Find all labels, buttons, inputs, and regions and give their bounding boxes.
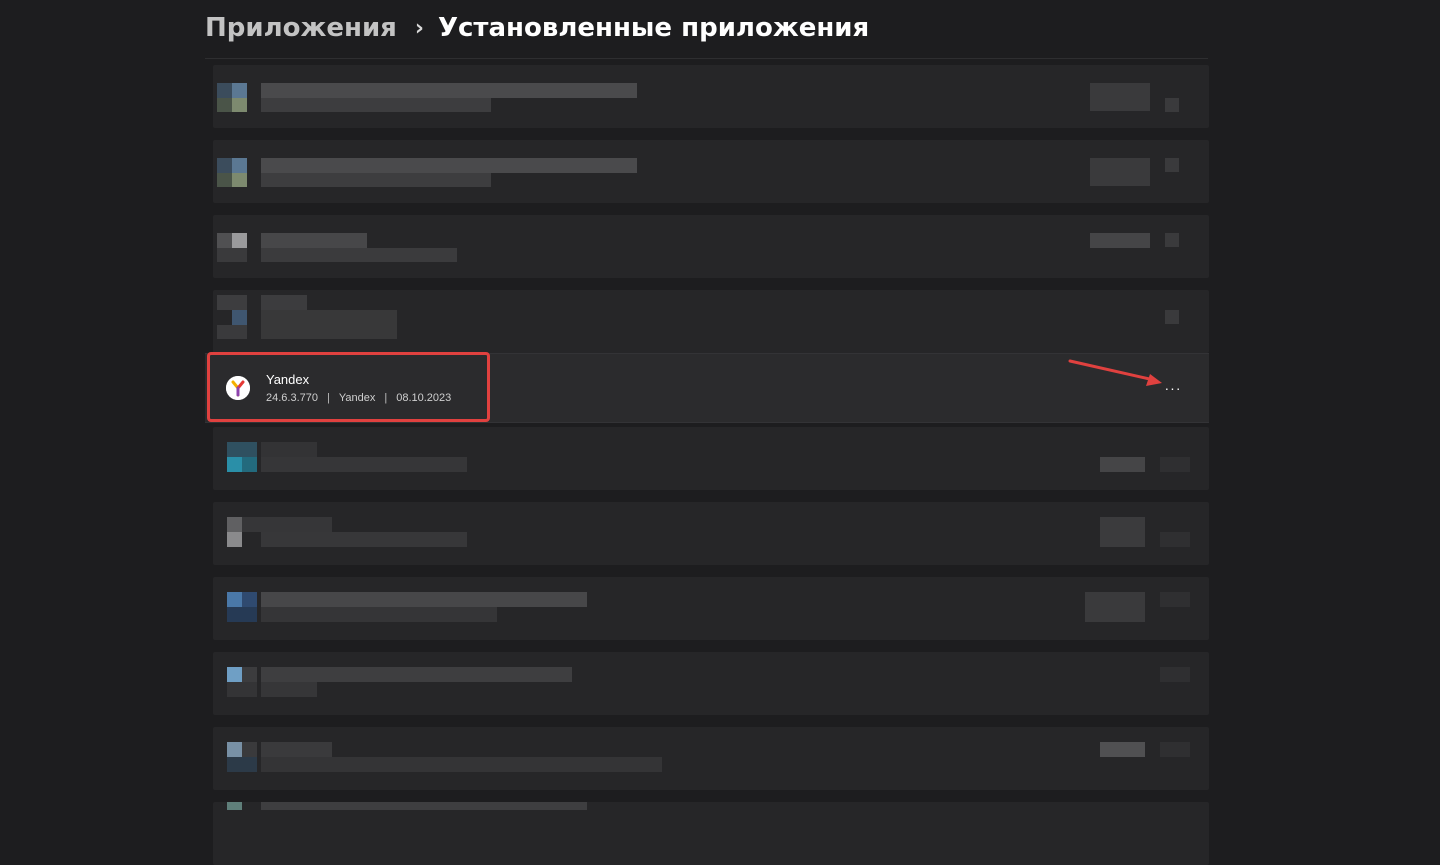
list-item[interactable]: [213, 427, 1209, 490]
red-arrow-icon: [1068, 359, 1162, 386]
chevron-right-icon: ›: [414, 15, 424, 41]
installed-apps-list: [205, 65, 1209, 865]
list-item[interactable]: [213, 577, 1209, 640]
list-item[interactable]: [213, 140, 1209, 203]
highlight-box: [207, 352, 490, 422]
list-item[interactable]: [213, 652, 1209, 715]
header-divider: [205, 58, 1208, 59]
list-item[interactable]: [213, 290, 1209, 353]
page-title: Установленные приложения: [437, 13, 870, 43]
breadcrumb-parent-apps[interactable]: Приложения: [205, 13, 397, 43]
list-item[interactable]: [213, 215, 1209, 278]
list-item[interactable]: [213, 802, 1209, 865]
list-item[interactable]: [213, 502, 1209, 565]
breadcrumb: Приложения › Установленные приложения: [205, 8, 869, 48]
list-item[interactable]: [213, 65, 1209, 128]
list-item[interactable]: [213, 727, 1209, 790]
